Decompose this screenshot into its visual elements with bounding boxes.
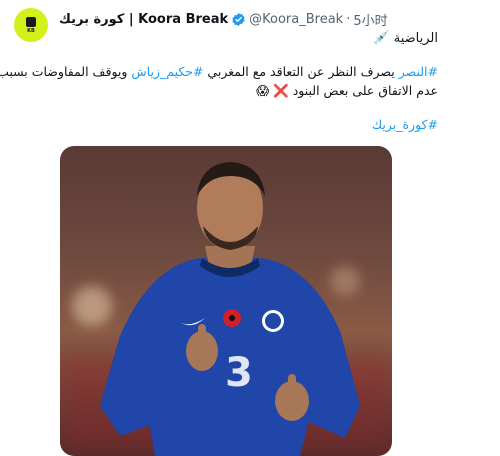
avatar[interactable]: KB: [14, 8, 48, 42]
hashtag-ziyech[interactable]: #حكيم_زياش: [131, 64, 203, 79]
logo-text: KB: [27, 27, 35, 34]
display-name[interactable]: كورة بريك | Koora Break: [59, 12, 228, 27]
footer-hashtag-line: #كورة_بريك: [372, 117, 438, 132]
svg-text:3: 3: [225, 350, 253, 396]
hashtag-koora-break[interactable]: #كورة_بريك: [372, 117, 438, 132]
timestamp[interactable]: 5小时: [353, 10, 387, 29]
tweet-text-end: ويوقف المفاوضات بسبب: [0, 64, 132, 79]
verified-badge-icon: [231, 12, 246, 27]
tweet-text-mid: يصرف النظر عن التعاقد مع المغربي: [203, 64, 399, 79]
tweet-media-photo[interactable]: 3: [60, 146, 392, 456]
shocked-face-icon: 😱: [256, 83, 270, 98]
tweet-header: كورة بريك | Koora Break @Koora_Break · 5…: [59, 10, 388, 29]
tweet-text-line-2: عدم الاتفاق على بعض البنود ❌ 😱: [256, 83, 438, 99]
category-line: الرياضية 💉: [373, 31, 438, 46]
tweet-text-line-1: #النصر يصرف النظر عن التعاقد مع المغربي …: [0, 64, 438, 79]
tweet-text-line2: عدم الاتفاق على بعض البنود: [292, 83, 438, 98]
user-handle[interactable]: @Koora_Break: [249, 12, 343, 27]
player-illustration: 3: [100, 162, 360, 456]
separator: ·: [346, 12, 351, 27]
cross-mark-icon: ❌: [273, 83, 289, 98]
logo-mark: [26, 16, 36, 27]
category-text: الرياضية: [393, 31, 438, 46]
hashtag-nassr[interactable]: #النصر: [399, 64, 438, 79]
syringe-icon: 💉: [373, 31, 390, 46]
